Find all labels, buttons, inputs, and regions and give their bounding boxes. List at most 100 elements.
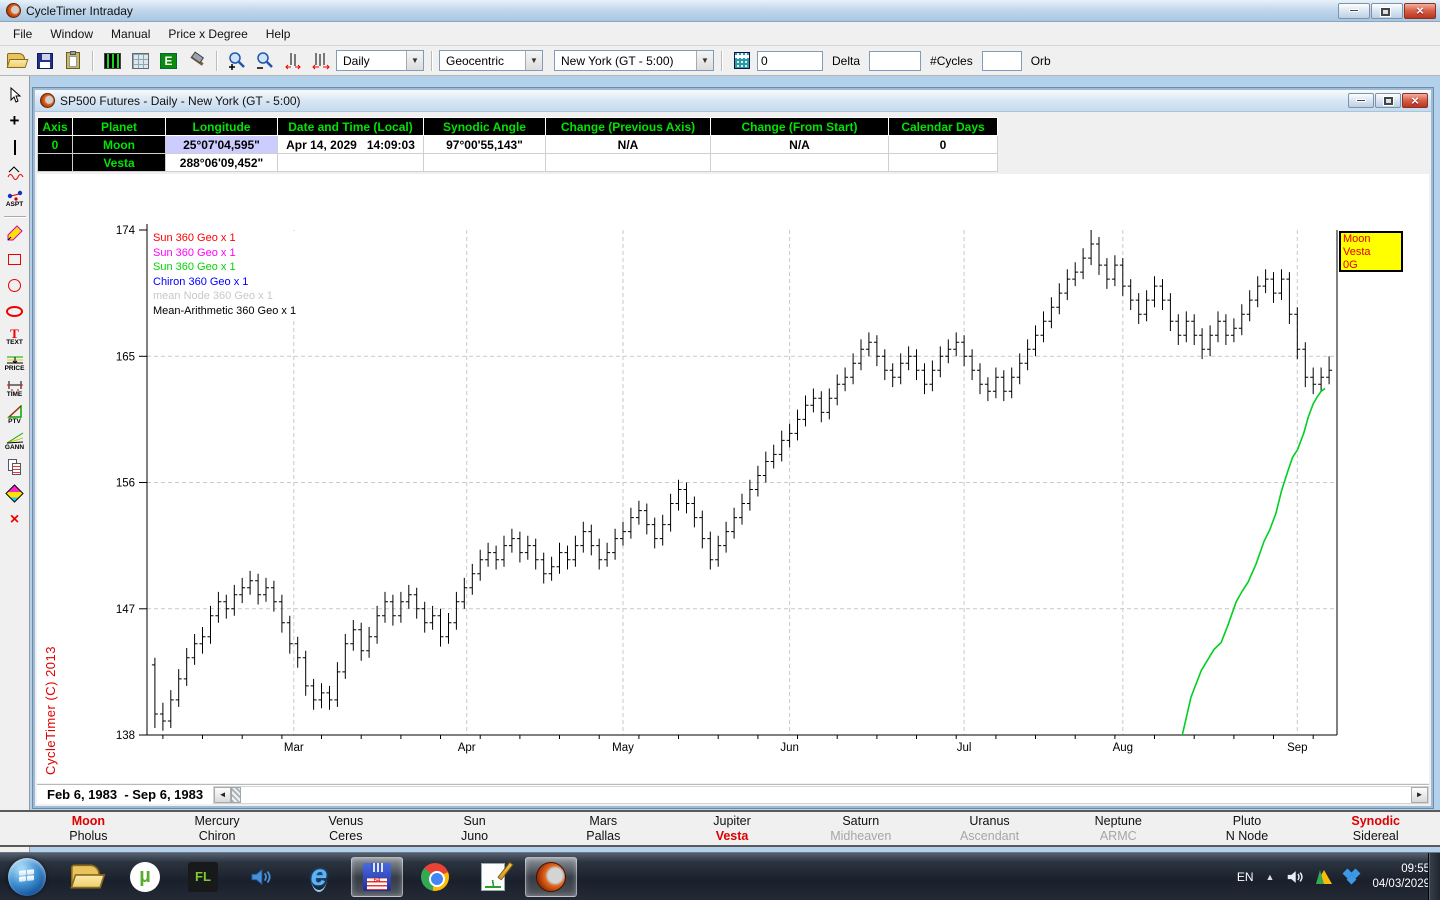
planet-strip-item[interactable]: Neptune: [1095, 814, 1142, 829]
scrollbar-thumb[interactable]: [231, 787, 241, 803]
chevron-down-icon[interactable]: ▼: [525, 51, 542, 70]
volume-tray-icon[interactable]: [1286, 869, 1304, 885]
cell-planet: Vesta: [73, 154, 166, 172]
planet-strip-item[interactable]: Vesta: [716, 829, 749, 844]
ellipse-tool-icon[interactable]: [1, 300, 29, 322]
ptv-tool-icon[interactable]: PTV: [1, 404, 29, 426]
planet-strip-item[interactable]: Mars: [589, 814, 617, 829]
planet-strip-item[interactable]: Saturn: [842, 814, 879, 829]
planet-strip-item[interactable]: Mercury: [195, 814, 240, 829]
close-button[interactable]: ×: [1404, 3, 1436, 19]
planet-strip-item[interactable]: Venus: [328, 814, 363, 829]
location-dropdown[interactable]: New York (GT - 5:00) ▼: [554, 50, 714, 71]
text-tool-icon[interactable]: TTEXT: [1, 326, 29, 348]
planet-strip-column: NeptuneARMC: [1054, 812, 1183, 845]
taskbar-ie-button[interactable]: e: [293, 857, 345, 897]
scroll-left-button[interactable]: ◄: [214, 787, 231, 803]
menu-help[interactable]: Help: [257, 24, 300, 44]
chevron-down-icon[interactable]: ▼: [696, 51, 713, 70]
delete-x-icon[interactable]: ×: [1, 508, 29, 530]
tray-clock[interactable]: 09:55 04/03/2029: [1372, 862, 1430, 892]
planet-strip-item[interactable]: Moon: [72, 814, 105, 829]
minimize-button[interactable]: [1338, 3, 1370, 19]
planet-strip-item[interactable]: Ceres: [329, 829, 362, 844]
expand-bars-button[interactable]: [308, 49, 333, 73]
open-file-button[interactable]: [4, 49, 29, 73]
child-minimize-button[interactable]: [1348, 93, 1374, 108]
new-chart-button[interactable]: [100, 49, 125, 73]
cycles-input[interactable]: [869, 51, 921, 71]
zoom-in-button[interactable]: [224, 49, 249, 73]
header-synodic-angle: Synodic Angle: [424, 118, 546, 136]
orb-input[interactable]: [982, 51, 1022, 71]
pencil-icon[interactable]: [1, 222, 29, 244]
ephemeris-button[interactable]: E: [156, 49, 181, 73]
period-dropdown[interactable]: Daily ▼: [336, 50, 424, 71]
taskbar-cycletimer-button[interactable]: [525, 857, 577, 897]
taskbar-chrome-button[interactable]: [409, 857, 461, 897]
planet-strip-item[interactable]: Juno: [461, 829, 488, 844]
coordinate-system-dropdown[interactable]: Geocentric ▼: [439, 50, 543, 71]
ephemeris-book-icon[interactable]: [1, 482, 29, 504]
rectangle-tool-icon[interactable]: [1, 248, 29, 270]
calculator-button[interactable]: [729, 49, 754, 73]
dropbox-icon[interactable]: [1344, 870, 1360, 884]
circle-tool-icon[interactable]: [1, 274, 29, 296]
save-button[interactable]: [32, 49, 57, 73]
time-tool-icon[interactable]: TIME: [1, 378, 29, 400]
taskbar-notepad-button[interactable]: [467, 857, 519, 897]
taskbar-explorer-button[interactable]: [61, 857, 113, 897]
child-close-button[interactable]: ×: [1402, 93, 1428, 108]
compress-bars-button[interactable]: [280, 49, 305, 73]
scroll-right-button[interactable]: ►: [1411, 787, 1428, 803]
aspects-icon[interactable]: ASPT: [1, 188, 29, 210]
taskbar-fxl-button[interactable]: FL: [177, 857, 229, 897]
chevron-down-icon[interactable]: ▼: [406, 51, 423, 70]
child-maximize-button[interactable]: [1375, 93, 1401, 108]
menu-price-x-degree[interactable]: Price x Degree: [159, 24, 256, 44]
waves-icon[interactable]: [1, 162, 29, 184]
pointer-icon[interactable]: [1, 84, 29, 106]
chart-window-titlebar[interactable]: SP500 Futures - Daily - New York (GT - 5…: [35, 90, 1431, 112]
menu-manual[interactable]: Manual: [102, 24, 159, 44]
planet-strip-item[interactable]: Chiron: [199, 829, 236, 844]
planet-strip-item[interactable]: ARMC: [1100, 829, 1137, 844]
planet-strip-item[interactable]: Pallas: [586, 829, 620, 844]
delta-input[interactable]: [757, 51, 823, 71]
menu-window[interactable]: Window: [41, 24, 102, 44]
planet-strip-item[interactable]: Synodic: [1351, 814, 1400, 829]
price-tool-icon[interactable]: PRICE: [1, 352, 29, 374]
axis-overlay-box[interactable]: Moon Vesta 0G: [1339, 231, 1403, 272]
taskbar-floppy64-button[interactable]: 64: [351, 857, 403, 897]
planet-strip-item[interactable]: Sun: [463, 814, 485, 829]
gann-tool-icon[interactable]: GANN: [1, 430, 29, 452]
zoom-out-button[interactable]: [252, 49, 277, 73]
cell-longitude[interactable]: 25°07'04,595": [166, 136, 278, 154]
language-indicator[interactable]: EN: [1237, 870, 1254, 884]
cell-longitude[interactable]: 288°06'09,452": [166, 154, 278, 172]
show-hidden-icons-button[interactable]: ▲: [1266, 872, 1275, 882]
planet-strip-item[interactable]: Ascendant: [960, 829, 1019, 844]
crosshair-icon[interactable]: +: [1, 110, 29, 132]
menu-file[interactable]: File: [4, 24, 41, 44]
start-button[interactable]: [8, 858, 46, 896]
copy-icon[interactable]: [1, 456, 29, 478]
planet-strip-item[interactable]: Pluto: [1233, 814, 1262, 829]
tools-button[interactable]: [184, 49, 209, 73]
restore-button[interactable]: [1371, 3, 1403, 19]
table-view-button[interactable]: [128, 49, 153, 73]
paste-button[interactable]: [60, 49, 85, 73]
vertical-line-icon[interactable]: [1, 136, 29, 158]
planet-strip-item[interactable]: Jupiter: [713, 814, 751, 829]
planet-strip-item[interactable]: N Node: [1226, 829, 1268, 844]
show-desktop-button[interactable]: [1428, 853, 1440, 900]
planet-strip-item[interactable]: Midheaven: [830, 829, 891, 844]
google-drive-icon[interactable]: [1316, 870, 1332, 884]
horizontal-scrollbar[interactable]: ◄ ►: [213, 786, 1429, 804]
planet-strip-item[interactable]: Uranus: [969, 814, 1009, 829]
taskbar-volume-app-button[interactable]: [235, 857, 287, 897]
planet-strip-item[interactable]: Pholus: [69, 829, 107, 844]
planet-strip-item[interactable]: Sidereal: [1353, 829, 1399, 844]
taskbar-utorrent-button[interactable]: µ: [119, 857, 171, 897]
scrollbar-track[interactable]: [241, 787, 1411, 803]
